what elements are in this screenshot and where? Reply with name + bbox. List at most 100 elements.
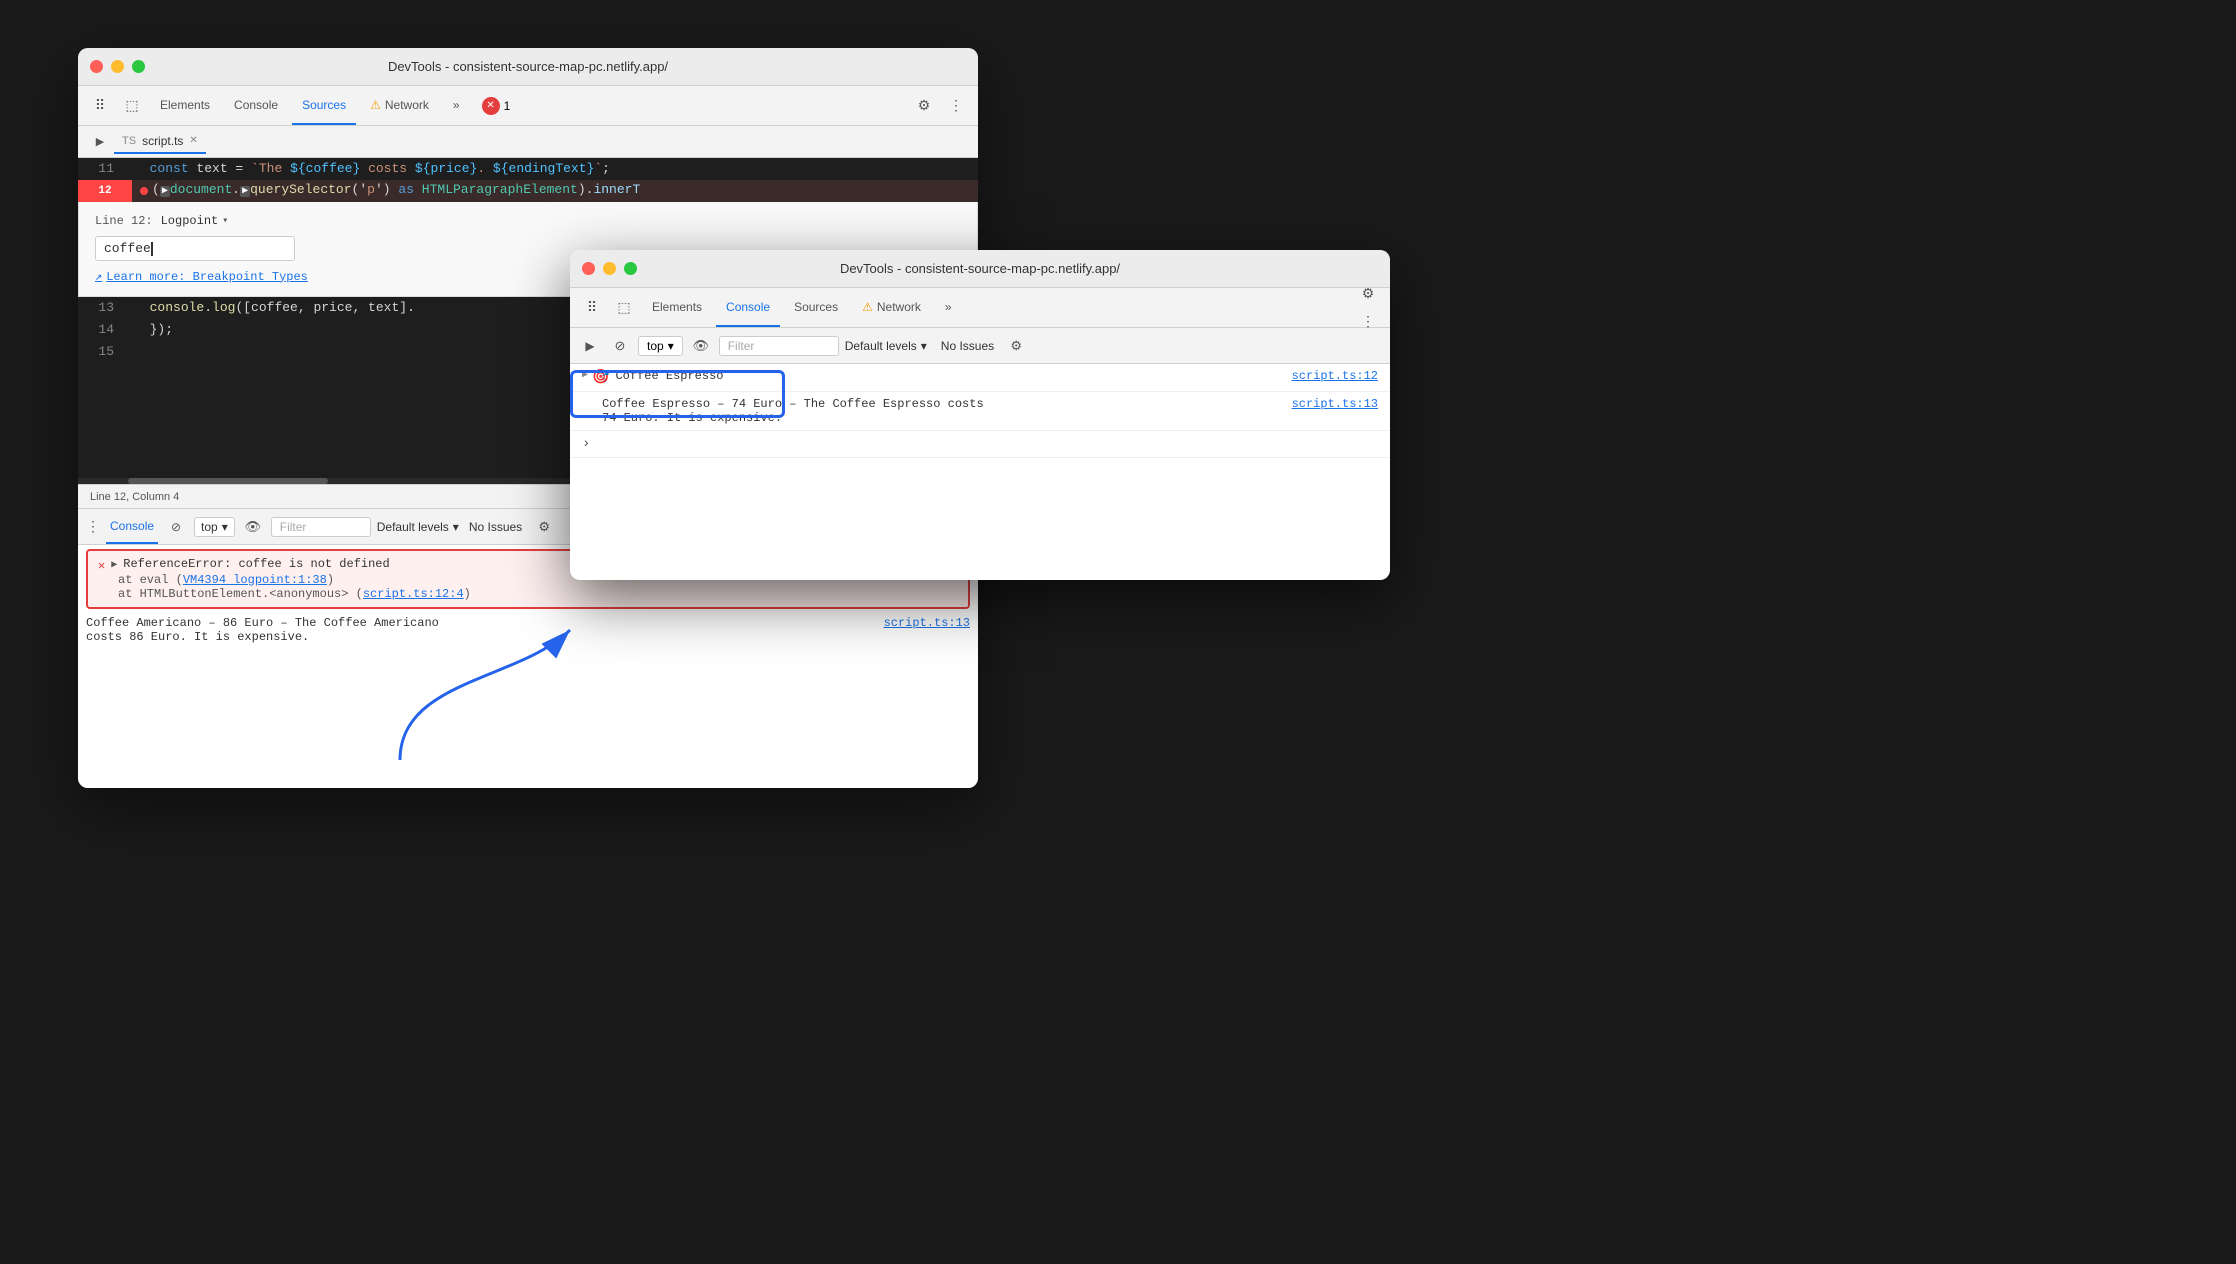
error-icon: ✕ bbox=[486, 100, 494, 111]
file-type-icon: TS bbox=[122, 135, 136, 147]
filter-input[interactable]: Filter bbox=[271, 517, 371, 537]
eye-icon[interactable]: 👁 bbox=[241, 515, 265, 539]
line-12-content: (▶document.▶querySelector('p') as HTMLPa… bbox=[152, 179, 640, 203]
front-tab-console[interactable]: Console bbox=[716, 288, 780, 327]
tab-network[interactable]: ⚠ Network bbox=[360, 86, 439, 125]
tab-console[interactable]: Console bbox=[224, 86, 288, 125]
front-window-title: DevTools - consistent-source-map-pc.netl… bbox=[840, 261, 1120, 276]
line-number-11: 11 bbox=[78, 158, 126, 180]
line-content-11: const text = `The ${coffee} costs ${pric… bbox=[126, 158, 978, 180]
espresso-details-text: Coffee Espresso – 74 Euro – The Coffee E… bbox=[602, 397, 1292, 425]
close-button[interactable] bbox=[90, 60, 103, 73]
americano-text: Coffee Americano – 86 Euro – The Coffee … bbox=[86, 616, 880, 644]
warning-icon: ⚠ bbox=[370, 98, 381, 112]
text-cursor bbox=[151, 242, 153, 256]
coffee-espresso-row: ▶ 🎯 Coffee Espresso script.ts:12 bbox=[570, 364, 1390, 392]
close-file-tab-icon[interactable]: ✕ bbox=[189, 135, 197, 146]
front-clear-icon[interactable]: ⊘ bbox=[608, 334, 632, 358]
html-button-line: at HTMLButtonElement.<anonymous> (script… bbox=[118, 587, 958, 601]
file-tabs: ▶ TS script.ts ✕ bbox=[78, 126, 978, 158]
front-console-toolbar: ▶ ⊘ top ▾ 👁 Filter Default levels ▾ No I… bbox=[570, 328, 1390, 364]
logpoint-input[interactable]: coffee bbox=[95, 236, 295, 261]
sidebar-toggle-icon[interactable]: ▶ bbox=[86, 128, 114, 156]
panel-icon: ⠿ bbox=[95, 97, 105, 114]
front-console-settings-icon[interactable]: ⚙ bbox=[1004, 334, 1028, 358]
front-maximize-button[interactable] bbox=[624, 262, 637, 275]
espresso-details-link[interactable]: script.ts:13 bbox=[1292, 397, 1378, 411]
front-warning-icon: ⚠ bbox=[862, 300, 873, 314]
more-options-icon[interactable]: ⋮ bbox=[942, 92, 970, 120]
tab-more[interactable]: » bbox=[443, 86, 470, 125]
tab-sources[interactable]: Sources bbox=[292, 86, 356, 125]
logpoint-type[interactable]: Logpoint ▾ bbox=[161, 214, 229, 228]
devtools-front-window: DevTools - consistent-source-map-pc.netl… bbox=[570, 250, 1390, 580]
devtools-panel-icon[interactable]: ⠿ bbox=[86, 92, 114, 120]
console-messages: ✕ ▶ ReferenceError: coffee is not define… bbox=[78, 545, 978, 788]
code-line-11: 11 const text = `The ${coffee} costs ${p… bbox=[78, 158, 978, 180]
front-no-issues: No Issues bbox=[941, 339, 994, 353]
dropdown-arrow-icon: ▾ bbox=[222, 215, 228, 227]
default-levels-dropdown[interactable]: Default levels ▾ bbox=[377, 520, 459, 534]
front-tab-network[interactable]: ⚠ Network bbox=[852, 288, 931, 327]
settings-icon[interactable]: ⚙ bbox=[910, 92, 938, 120]
front-chevron-down-icon: ▾ bbox=[921, 339, 927, 353]
expand-row: › bbox=[570, 431, 1390, 458]
pink-target-icon: 🎯 bbox=[592, 369, 609, 386]
front-eye-icon[interactable]: 👁 bbox=[689, 334, 713, 358]
front-tab-more[interactable]: » bbox=[935, 288, 962, 327]
front-inspect-icon[interactable]: ⬚ bbox=[610, 294, 638, 322]
console-settings-icon[interactable]: ⚙ bbox=[532, 515, 556, 539]
coffee-espresso-text: Coffee Espresso bbox=[615, 369, 1291, 383]
error-badge[interactable]: ✕ bbox=[482, 97, 500, 115]
front-close-button[interactable] bbox=[582, 262, 595, 275]
devtools-toolbar: ⠿ ⬚ Elements Console Sources ⚠ Network »… bbox=[78, 86, 978, 126]
breakpoint-dot bbox=[140, 187, 148, 195]
vm-link[interactable]: VM4394 logpoint:1:38 bbox=[183, 573, 327, 587]
front-traffic-lights bbox=[582, 262, 637, 275]
expand-chevron-icon[interactable]: ▶ bbox=[582, 369, 588, 381]
line-number-14: 14 bbox=[78, 319, 126, 341]
file-tab-script[interactable]: TS script.ts ✕ bbox=[114, 130, 206, 154]
top-selector[interactable]: top ▾ bbox=[194, 517, 235, 537]
americano-log: Coffee Americano – 86 Euro – The Coffee … bbox=[78, 613, 978, 647]
front-sidebar-icon[interactable]: ▶ bbox=[578, 334, 602, 358]
no-issues-label: No Issues bbox=[469, 520, 522, 534]
breakpoint-line-num: 12 bbox=[98, 180, 111, 202]
front-top-selector[interactable]: top ▾ bbox=[638, 336, 683, 356]
expand-arrow-icon[interactable]: ▶ bbox=[111, 559, 117, 571]
error-count: 1 bbox=[504, 99, 511, 113]
front-filter-input[interactable]: Filter bbox=[719, 336, 839, 356]
front-dropdown-icon: ▾ bbox=[668, 339, 674, 353]
americano-link[interactable]: script.ts:13 bbox=[884, 616, 970, 630]
console-panel-title[interactable]: Console bbox=[106, 509, 158, 544]
logpoint-header: Line 12: Logpoint ▾ bbox=[95, 214, 961, 228]
code-line-12: 12 (▶document.▶querySelector('p') as HTM… bbox=[78, 180, 978, 202]
front-devtools-toolbar: ⠿ ⬚ Elements Console Sources ⚠ Network »… bbox=[570, 288, 1390, 328]
inspect-element-icon[interactable]: ⬚ bbox=[118, 92, 146, 120]
window-title: DevTools - consistent-source-map-pc.netl… bbox=[388, 59, 668, 74]
error-circle-icon: ✕ bbox=[98, 558, 105, 573]
maximize-button[interactable] bbox=[132, 60, 145, 73]
external-link-icon: ↗ bbox=[95, 269, 102, 284]
front-minimize-button[interactable] bbox=[603, 262, 616, 275]
front-title-bar: DevTools - consistent-source-map-pc.netl… bbox=[570, 250, 1390, 288]
error-badge-area: ✕ 1 bbox=[482, 97, 511, 115]
line-number-15: 15 bbox=[78, 341, 126, 363]
line-number-13: 13 bbox=[78, 297, 126, 319]
front-tab-sources[interactable]: Sources bbox=[784, 288, 848, 327]
coffee-espresso-link[interactable]: script.ts:12 bbox=[1292, 369, 1378, 383]
front-default-levels[interactable]: Default levels ▾ bbox=[845, 339, 927, 353]
front-panel-icon[interactable]: ⠿ bbox=[578, 294, 606, 322]
chevron-right-icon[interactable]: › bbox=[582, 436, 590, 452]
front-tab-elements[interactable]: Elements bbox=[642, 288, 712, 327]
title-bar: DevTools - consistent-source-map-pc.netl… bbox=[78, 48, 978, 86]
three-dots-icon[interactable]: ⋮ bbox=[86, 518, 100, 535]
script-link-124[interactable]: script.ts:12:4 bbox=[363, 587, 464, 601]
toolbar-right: ⚙ bbox=[910, 92, 938, 120]
console-clear-icon[interactable]: ⊘ bbox=[164, 515, 188, 539]
minimize-button[interactable] bbox=[111, 60, 124, 73]
espresso-details-row: Coffee Espresso – 74 Euro – The Coffee E… bbox=[570, 392, 1390, 431]
logpoint-label: Line 12: bbox=[95, 214, 153, 228]
front-console-messages: ▶ 🎯 Coffee Espresso script.ts:12 Coffee … bbox=[570, 364, 1390, 580]
tab-elements[interactable]: Elements bbox=[150, 86, 220, 125]
